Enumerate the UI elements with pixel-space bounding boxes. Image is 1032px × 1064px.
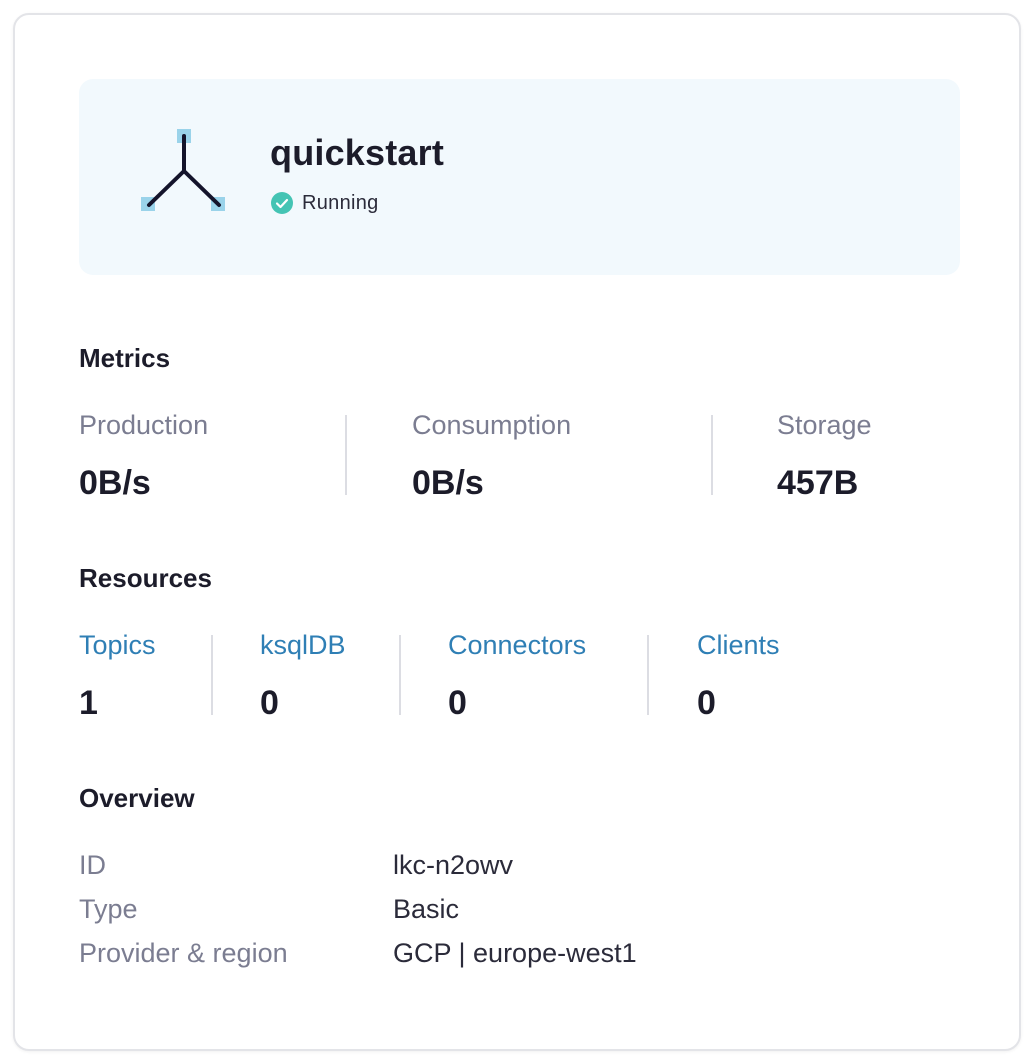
cluster-name: quickstart [270,132,445,173]
topics-count: 1 [79,684,98,722]
metrics-divider [711,415,713,495]
storage-label: Storage [777,410,872,440]
metrics-title: Metrics [79,343,171,373]
ksqldb-link[interactable]: ksqlDB [260,628,346,662]
metrics-divider [345,415,347,495]
overview-type-value: Basic [393,894,460,924]
overview-region-label: Provider & region [79,938,288,968]
check-circle-icon [271,192,293,214]
production-label: Production [79,410,209,440]
resources-divider [211,635,213,715]
status-badge: Running [270,190,379,216]
resources-title: Resources [79,563,212,593]
overview-id-value: lkc-n2owv [393,850,514,880]
clients-link[interactable]: Clients [697,628,780,662]
resources-divider [399,635,401,715]
clients-count: 0 [697,684,716,722]
consumption-value: 0B/s [412,464,484,502]
storage-value: 457B [777,464,859,502]
overview-id-label: ID [79,850,106,880]
overview-region-value: GCP | europe-west1 [393,938,637,968]
status-label: Running [302,191,379,214]
cluster-header: quickstart Running [79,79,960,275]
overview-type-label: Type [79,894,138,924]
overview-title: Overview [79,783,195,813]
resources-divider [647,635,649,715]
cluster-card: quickstart Running Metrics Production 0B… [13,13,1021,1051]
connectors-link[interactable]: Connectors [448,628,586,662]
connectors-count: 0 [448,684,467,722]
ksqldb-count: 0 [260,684,279,722]
topics-link[interactable]: Topics [79,628,156,662]
consumption-label: Consumption [412,410,572,440]
production-value: 0B/s [79,464,151,502]
cluster-network-icon [141,129,225,211]
